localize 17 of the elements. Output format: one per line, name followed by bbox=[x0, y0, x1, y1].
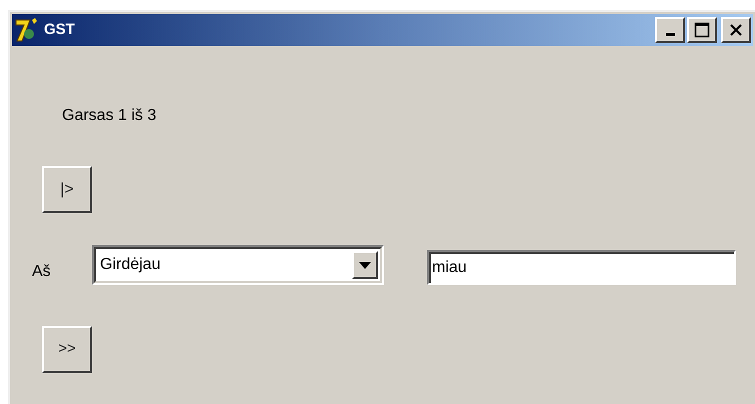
subject-label: Aš bbox=[32, 262, 51, 282]
play-button[interactable]: |> bbox=[42, 166, 92, 213]
app-logo-icon bbox=[14, 17, 40, 43]
close-button[interactable] bbox=[721, 17, 751, 43]
close-icon bbox=[729, 23, 743, 37]
caret-icon bbox=[359, 262, 371, 268]
next-button[interactable]: >> bbox=[42, 326, 92, 373]
text-field[interactable]: miau bbox=[427, 250, 736, 285]
maximize-icon bbox=[694, 22, 710, 38]
dropdown-arrow-button[interactable] bbox=[352, 251, 378, 279]
minimize-icon bbox=[666, 32, 674, 36]
maximize-button[interactable] bbox=[687, 17, 717, 43]
minimize-button[interactable] bbox=[655, 17, 685, 43]
dropdown-value: Girdėjau bbox=[100, 255, 162, 275]
dropdown[interactable]: Girdėjau bbox=[92, 245, 384, 285]
sound-counter-label: Garsas 1 iš 3 bbox=[62, 106, 156, 126]
window-title: GST bbox=[44, 20, 75, 40]
